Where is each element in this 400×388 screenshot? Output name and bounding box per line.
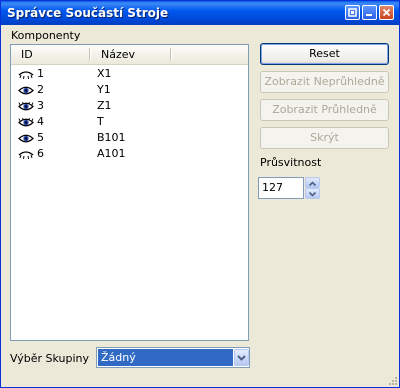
row-name: X1 — [97, 67, 112, 80]
dropdown-button[interactable] — [234, 349, 249, 366]
show-opaque-button[interactable]: Zobrazit Neprůhledně — [260, 71, 389, 93]
window-title: Správce Součástí Stroje — [7, 6, 169, 20]
column-separator[interactable] — [89, 48, 91, 61]
components-label: Komponenty — [11, 29, 81, 42]
row-id: 5 — [37, 131, 44, 144]
close-icon — [382, 8, 391, 17]
chevron-down-icon — [237, 355, 246, 361]
title-bar[interactable]: Správce Součástí Stroje — [1, 1, 399, 25]
list-item[interactable]: 3 Z1 — [11, 98, 248, 114]
spin-down-button[interactable] — [305, 188, 320, 199]
row-name: B101 — [97, 131, 126, 144]
components-list[interactable]: ID Název 1 X1 2 Y1 3 Z1 4 T 5 B101 6 A10… — [10, 44, 249, 341]
list-item[interactable]: 4 T — [11, 114, 248, 130]
help-icon — [348, 8, 357, 17]
open-eye-icon — [18, 102, 34, 111]
hide-button[interactable]: Skrýt — [260, 127, 389, 149]
group-select-value: Žádný — [98, 349, 233, 366]
row-id: 1 — [37, 67, 44, 80]
close-button[interactable] — [379, 5, 394, 20]
help-button[interactable] — [345, 5, 360, 20]
row-id: 4 — [37, 115, 44, 128]
row-name: Y1 — [97, 83, 111, 96]
group-select-label: Výběr Skupiny — [10, 352, 90, 365]
list-item[interactable]: 6 A101 — [11, 146, 248, 162]
row-name: A101 — [97, 147, 126, 160]
row-id: 6 — [37, 147, 44, 160]
row-id: 3 — [37, 99, 44, 112]
list-header: ID Název — [11, 45, 248, 65]
row-name: Z1 — [97, 99, 112, 112]
transparency-label: Průsvitnost — [260, 156, 322, 169]
column-separator[interactable] — [170, 48, 172, 61]
reset-button[interactable]: Reset — [260, 43, 389, 65]
chevron-up-icon — [308, 181, 317, 187]
open-eye-icon — [18, 118, 34, 127]
list-item[interactable]: 2 Y1 — [11, 82, 248, 98]
group-select[interactable]: Žádný — [96, 347, 250, 368]
spin-up-button[interactable] — [305, 177, 320, 188]
closed-eye-icon — [18, 71, 34, 79]
minimize-button[interactable] — [362, 5, 377, 20]
minimize-icon — [366, 14, 372, 16]
chevron-down-icon — [308, 191, 317, 197]
row-id: 2 — [37, 83, 44, 96]
list-item[interactable]: 5 B101 — [11, 130, 248, 146]
machine-parts-manager-window: Správce Součástí Stroje Komponenty ID Ná… — [0, 0, 400, 388]
column-header-id[interactable]: ID — [21, 45, 33, 64]
list-item[interactable]: 1 X1 — [11, 66, 248, 82]
row-name: T — [97, 115, 104, 128]
show-transparent-button[interactable]: Zobrazit Průhledně — [260, 99, 389, 121]
resize-grip-icon[interactable] — [387, 375, 398, 386]
open-eye-icon — [18, 134, 34, 143]
open-eye-icon — [18, 86, 34, 95]
column-header-name[interactable]: Název — [101, 45, 135, 64]
closed-eye-icon — [18, 151, 34, 159]
transparency-input[interactable]: 127 — [258, 177, 304, 199]
